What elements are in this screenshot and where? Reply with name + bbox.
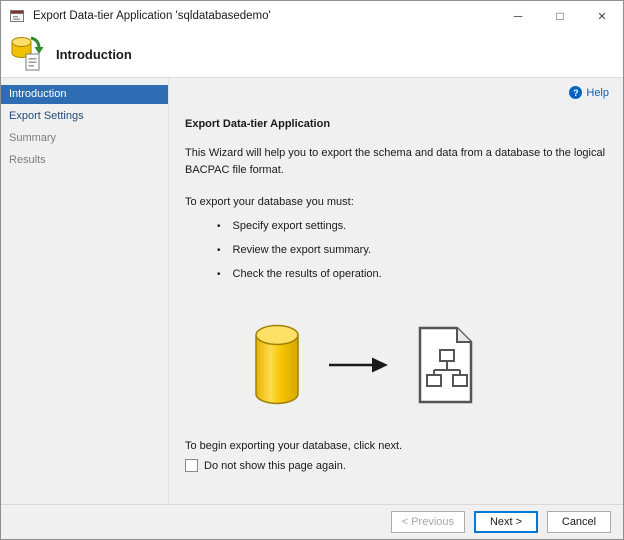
next-button[interactable]: Next > <box>474 511 538 533</box>
sidebar-item-results: Results <box>1 151 168 170</box>
export-dac-icon <box>10 35 44 74</box>
begin-instruction: To begin exporting your database, click … <box>185 440 607 452</box>
help-label: Help <box>586 87 609 99</box>
sidebar-item-introduction[interactable]: Introduction <box>1 85 168 104</box>
arrow-right-icon <box>327 354 389 379</box>
checkbox-label: Do not show this page again. <box>204 460 346 472</box>
requirements-label: To export your database you must: <box>185 196 607 208</box>
intro-paragraph: This Wizard will help you to export the … <box>185 145 607 179</box>
export-illustration <box>253 318 607 414</box>
wizard-content: ? Help Export Data-tier Application This… <box>169 78 623 504</box>
sidebar-item-export-settings[interactable]: Export Settings <box>1 107 168 126</box>
help-link[interactable]: ? Help <box>569 86 609 99</box>
dont-show-again-option[interactable]: Do not show this page again. <box>185 459 607 472</box>
dont-show-again-checkbox[interactable] <box>185 459 198 472</box>
app-icon <box>9 8 27 24</box>
previous-button[interactable]: < Previous <box>391 511 465 533</box>
minimize-button[interactable]: ─ <box>497 1 539 31</box>
help-icon: ? <box>569 86 582 99</box>
wizard-window: Export Data-tier Application 'sqldatabas… <box>0 0 624 540</box>
cancel-button[interactable]: Cancel <box>547 511 611 533</box>
sidebar-item-summary: Summary <box>1 129 168 148</box>
bacpac-file-icon <box>415 325 475 408</box>
database-cylinder-icon <box>253 324 301 409</box>
close-button[interactable]: ✕ <box>581 1 623 31</box>
requirements-list: Specify export settings. Review the expo… <box>185 220 607 280</box>
maximize-button[interactable]: □ <box>539 1 581 31</box>
wizard-header: Introduction <box>1 31 623 78</box>
wizard-footer: < Previous Next > Cancel <box>1 504 623 539</box>
list-item: Specify export settings. <box>217 220 607 232</box>
wizard-steps-sidebar: Introduction Export Settings Summary Res… <box>1 78 169 504</box>
list-item: Check the results of operation. <box>217 268 607 280</box>
window-title: Export Data-tier Application 'sqldatabas… <box>33 10 497 22</box>
list-item: Review the export summary. <box>217 244 607 256</box>
page-title: Introduction <box>56 47 132 62</box>
titlebar: Export Data-tier Application 'sqldatabas… <box>1 1 623 31</box>
content-heading: Export Data-tier Application <box>185 118 607 130</box>
